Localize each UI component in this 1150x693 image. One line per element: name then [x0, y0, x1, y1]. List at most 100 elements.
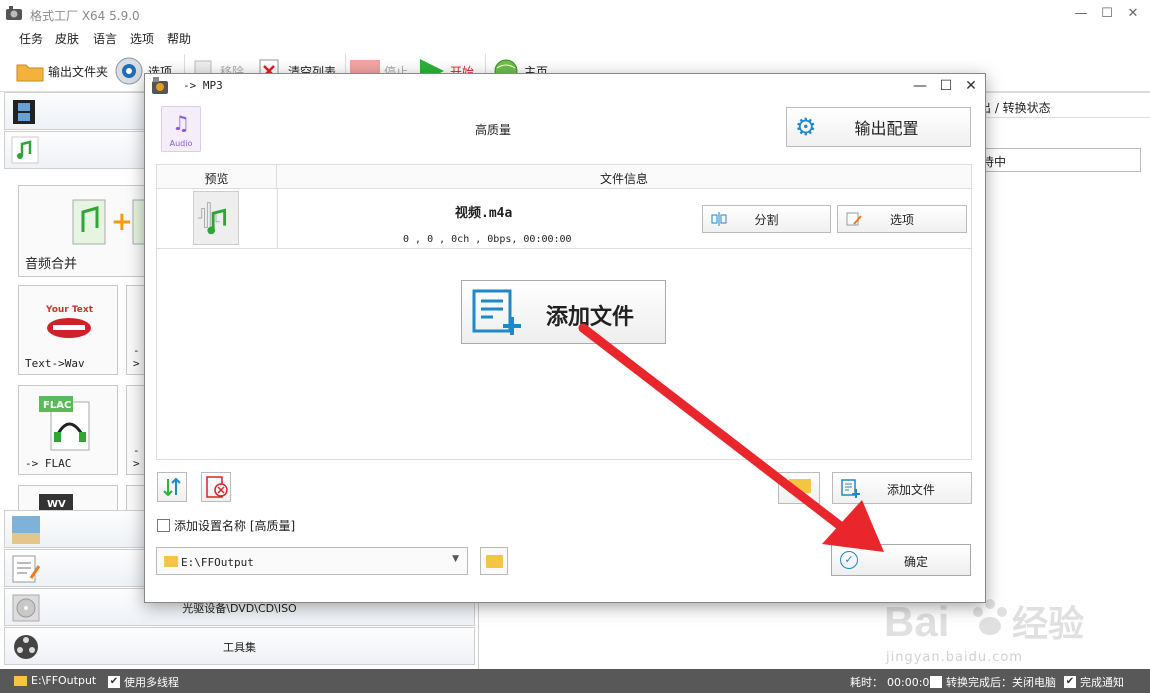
maximize-icon[interactable]: ☐: [1094, 4, 1120, 24]
open-folder-button[interactable]: [778, 472, 820, 504]
dialog-minimize-icon[interactable]: —: [909, 76, 931, 96]
dialog-title: -> MP3: [183, 79, 223, 92]
browse-folder-button[interactable]: [480, 547, 508, 575]
clear-files-button[interactable]: [201, 472, 231, 502]
dialog-maximize-icon[interactable]: ☐: [935, 76, 957, 96]
app-title: 格式工厂 X64 5.9.0: [30, 9, 140, 23]
tile-label: -> FLAC: [25, 457, 72, 470]
output-folder-button[interactable]: 输出文件夹: [16, 56, 108, 86]
output-path-select[interactable]: E:\FFOutput ▼: [156, 547, 468, 575]
add-file-big-label: 添加文件: [546, 305, 635, 330]
menu-skin[interactable]: 皮肤: [55, 30, 79, 47]
app-logo-icon: [6, 6, 22, 20]
tile-partial[interactable]: ->: [126, 285, 146, 375]
check-circle-icon: ✓: [840, 551, 858, 569]
category-label: 工具集: [223, 641, 256, 654]
column-header-file-info: 文件信息: [277, 165, 971, 189]
split-button[interactable]: 分割: [702, 205, 831, 233]
multithread-checkbox[interactable]: ✔ 使用多线程: [108, 674, 179, 690]
task-status-cell: 等待中: [961, 148, 1141, 172]
status-column-header: 出 / 转换状态: [979, 101, 1051, 115]
folder-icon: [16, 64, 44, 82]
add-file-button[interactable]: 添加文件: [832, 472, 972, 504]
menubar: 任务 皮肤 语言 选项 帮助: [0, 28, 1150, 48]
audio-file-thumbnail-icon: [193, 191, 239, 245]
mp3-dialog: -> MP3 — ☐ ✕ ♫ Audio 高质量 ⚙ 输出配置 预览 文件信息 …: [144, 73, 986, 603]
category-tools[interactable]: 工具集: [4, 627, 475, 665]
statusbar-path[interactable]: E:\FFOutput: [14, 674, 96, 687]
film-icon: [13, 100, 35, 124]
folder-icon: [14, 675, 27, 686]
clear-files-icon: [206, 476, 228, 498]
file-name: 视频.m4a: [455, 206, 513, 221]
tile-to-wv[interactable]: WV: [18, 485, 118, 511]
dialog-titlebar: -> MP3 — ☐ ✕: [145, 74, 985, 98]
table-row[interactable]: 视频.m4a 0 , 0 , 0ch , 0bps, 00:00:00 分割 选…: [157, 189, 971, 249]
svg-text:Bai: Bai: [884, 598, 949, 645]
output-config-label: 输出配置: [854, 119, 919, 138]
minimize-icon[interactable]: —: [1068, 4, 1094, 24]
music-note-icon: ♫: [172, 111, 190, 135]
svg-text:+: +: [111, 207, 133, 237]
tile-partial[interactable]: [126, 485, 146, 511]
add-file-icon: [472, 289, 521, 335]
gear-icon: ⚙: [795, 113, 817, 141]
add-file-label: 添加文件: [887, 483, 936, 497]
ok-label: 确定: [904, 555, 929, 569]
column-header-preview: 预览: [157, 165, 277, 189]
menu-task[interactable]: 任务: [19, 30, 43, 47]
document-icon: [12, 555, 41, 583]
lips-icon: Your Text: [45, 305, 94, 338]
folder-icon: [486, 555, 503, 568]
folder-icon: [164, 556, 178, 567]
app-logo-icon: [152, 77, 168, 94]
add-file-icon: [841, 479, 860, 498]
audio-format-badge: ♫ Audio: [161, 106, 201, 152]
output-config-button[interactable]: ⚙ 输出配置: [786, 107, 971, 147]
close-icon[interactable]: ✕: [1120, 4, 1146, 24]
row-options-label: 选项: [889, 212, 914, 227]
dialog-close-icon[interactable]: ✕: [960, 76, 982, 96]
output-path-value: E:\FFOutput: [181, 556, 254, 569]
add-setting-name-label: 添加设置名称 [高质量]: [174, 519, 296, 533]
wv-badge: WV: [47, 499, 66, 510]
menu-help[interactable]: 帮助: [167, 30, 191, 47]
quality-label: 高质量: [475, 123, 512, 137]
sort-button[interactable]: [157, 472, 187, 502]
tile-text-wav[interactable]: Your Text Text->Wav: [18, 285, 118, 375]
picture-icon: [12, 516, 40, 544]
main-titlebar: 格式工厂 X64 5.9.0 — ☐ ✕: [0, 0, 1150, 28]
audio-badge-label: Audio: [169, 139, 193, 148]
flac-badge: FLAC: [43, 400, 71, 411]
ok-button[interactable]: ✓ 确定: [831, 544, 971, 576]
tile-partial[interactable]: ->: [126, 385, 146, 475]
options-gear-icon: [115, 57, 143, 85]
sort-arrows-icon: [163, 477, 181, 497]
column-divider: [277, 189, 278, 249]
add-setting-name-checkbox[interactable]: 添加设置名称 [高质量]: [157, 517, 295, 534]
elapsed-label: 耗时：: [850, 676, 883, 689]
folder-icon: [789, 479, 811, 493]
tile-to-flac[interactable]: FLAC -> FLAC: [18, 385, 118, 475]
multithread-label: 使用多线程: [124, 676, 179, 689]
your-text-badge: Your Text: [45, 305, 94, 315]
menu-options[interactable]: 选项: [130, 30, 154, 47]
split-label: 分割: [754, 212, 779, 227]
checkbox-unchecked-icon: [157, 519, 170, 532]
wv-icon: WV: [39, 494, 73, 511]
row-options-button[interactable]: 选项: [837, 205, 967, 233]
tile-label: Text->Wav: [25, 357, 85, 370]
svg-text:经验: 经验: [1012, 603, 1084, 644]
tile-label: 音频合并: [25, 257, 78, 272]
audio-merge-icon: +: [72, 199, 151, 245]
checkbox-checked-icon: ✔: [108, 676, 120, 688]
chevron-down-icon: ▼: [452, 554, 459, 564]
music-note-icon: [11, 136, 39, 164]
file-meta: 0 , 0 , 0ch , 0bps, 00:00:00: [403, 234, 572, 245]
flac-headphones-icon: FLAC: [39, 396, 90, 451]
statusbar-path-label: E:\FFOutput: [31, 674, 97, 687]
output-folder-label: 输出文件夹: [48, 64, 109, 79]
watermark-url: jingyan.baidu.com: [886, 650, 1023, 665]
add-file-big-button[interactable]: 添加文件: [461, 280, 666, 344]
menu-language[interactable]: 语言: [93, 30, 117, 47]
